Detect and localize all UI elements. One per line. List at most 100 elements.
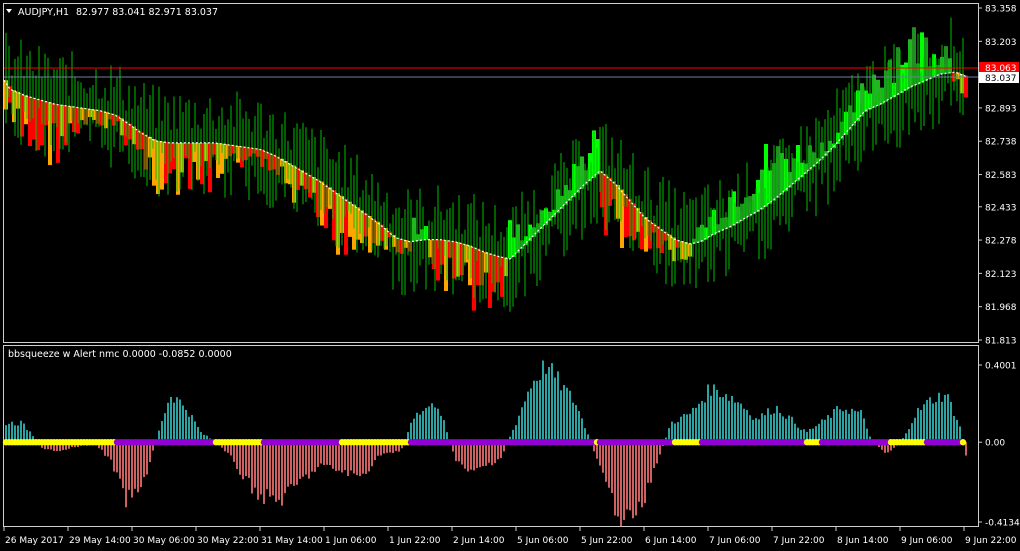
histogram-bar <box>368 442 370 472</box>
histogram-bar <box>167 402 169 443</box>
histogram-bar <box>953 415 955 443</box>
histogram-bar <box>779 412 781 443</box>
histogram-bar <box>773 413 775 443</box>
time-tick-label: 7 Jun 22:00 <box>773 536 825 546</box>
time-tick-label: 2 Jun 14:00 <box>453 536 505 546</box>
histogram-bar <box>269 442 271 497</box>
price-axis[interactable]: 83.358 83.203 82.893 82.738 82.583 82.433 82.2… <box>978 5 1017 347</box>
indicator-axis[interactable]: 0.4001 0.00 -0.4134 <box>978 362 1020 529</box>
histogram-bar <box>938 392 940 443</box>
histogram-bar <box>338 442 340 471</box>
histogram-bar <box>758 419 760 443</box>
histogram-bar <box>236 442 238 470</box>
histogram-bar <box>365 442 367 474</box>
histogram-bar <box>929 397 931 443</box>
bid-price-text: 83.037 <box>985 74 1017 84</box>
time-tick-label: 26 May 2017 <box>5 536 64 546</box>
histogram-bar <box>533 380 535 443</box>
histogram-bar <box>308 442 310 479</box>
histogram-bar <box>371 442 373 467</box>
price-tick-label: 82.893 <box>985 104 1017 114</box>
histogram-bar <box>635 442 637 516</box>
histogram-bar <box>314 442 316 472</box>
histogram-bar <box>293 442 295 486</box>
histogram-bar <box>749 415 751 443</box>
price-tick-label: 82.278 <box>985 237 1017 247</box>
time-tick-label: 1 Jun 22:00 <box>389 536 441 546</box>
histogram-bar <box>551 363 553 443</box>
histogram-bar <box>251 442 253 494</box>
histogram-bar <box>620 442 622 527</box>
histogram-bar <box>464 442 466 469</box>
histogram-bar <box>572 402 574 443</box>
histogram-bar <box>935 402 937 443</box>
histogram-bar <box>710 395 712 443</box>
histogram-bar <box>248 442 250 478</box>
time-tick-label: 30 May 22:00 <box>197 536 259 546</box>
time-tick-label: 9 Jun 06:00 <box>901 536 953 546</box>
time-tick-label: 5 Jun 06:00 <box>517 536 569 546</box>
histogram-bar <box>428 406 430 443</box>
histogram-bar <box>602 442 604 473</box>
histogram-bar <box>626 442 628 510</box>
histogram-bar <box>284 442 286 494</box>
histogram-bar <box>851 408 853 443</box>
histogram-bar <box>281 442 283 506</box>
histogram-bar <box>623 442 625 521</box>
histogram-bar <box>932 403 934 443</box>
histogram-bar <box>245 442 247 477</box>
indicator-tick-label: 0.4001 <box>985 362 1017 372</box>
histogram-bar <box>722 397 724 443</box>
price-tick-label: 82.738 <box>985 138 1017 148</box>
histogram-bar <box>755 418 757 443</box>
histogram-bar <box>266 442 268 490</box>
histogram-bar <box>254 442 256 488</box>
histogram-bar <box>527 391 529 443</box>
histogram-bar <box>518 415 520 443</box>
histogram-bar <box>341 442 343 473</box>
histogram-bar <box>923 404 925 443</box>
histogram-bar <box>287 442 289 487</box>
histogram-bar <box>731 396 733 443</box>
histogram-bar <box>470 442 472 470</box>
histogram-bar <box>914 417 916 443</box>
time-axis[interactable]: 26 May 2017 29 May 14:00 30 May 06:00 30 Ma… <box>3 527 1017 546</box>
histogram-bar <box>725 394 727 443</box>
symbol-header[interactable]: AUDJPY,H1 82.977 83.041 82.971 83.037 <box>6 7 218 18</box>
histogram-bar <box>131 442 133 498</box>
histogram-bar <box>617 442 619 517</box>
indicator-panel[interactable] <box>3 345 979 527</box>
histogram-bar <box>608 442 610 488</box>
histogram-bar <box>686 414 688 443</box>
histogram-bar <box>188 416 190 443</box>
histogram-bar <box>752 419 754 443</box>
histogram-bar <box>842 411 844 443</box>
histogram-bar <box>347 442 349 477</box>
histogram-bar <box>578 411 580 443</box>
indicator-tick-label: 0.00 <box>985 439 1005 449</box>
histogram-bar <box>113 442 115 472</box>
histogram-bar <box>560 390 562 443</box>
histogram-bar <box>782 416 784 443</box>
histogram-bar <box>431 403 433 443</box>
price-tick-label: 81.813 <box>985 337 1017 347</box>
histogram-bar <box>170 396 172 443</box>
histogram-bar <box>461 442 463 465</box>
histogram-bar <box>830 417 832 443</box>
histogram-bar <box>611 442 613 494</box>
histogram-bar <box>845 409 847 443</box>
histogram-bar <box>140 442 142 488</box>
histogram-bar <box>134 442 136 489</box>
histogram-bar <box>770 414 772 443</box>
terminal-chart-window[interactable]: AUDJPY,H1 82.977 83.041 82.971 83.037 bb… <box>0 0 1020 551</box>
histogram-bar <box>329 442 331 466</box>
histogram-bar <box>605 442 607 482</box>
time-tick-label: 31 May 14:00 <box>261 536 323 546</box>
histogram-bar <box>260 442 262 495</box>
histogram-bar <box>413 418 415 443</box>
time-tick-label: 7 Jun 06:00 <box>709 536 761 546</box>
histogram-bar <box>563 384 565 443</box>
histogram-bar <box>485 442 487 466</box>
histogram-bar <box>317 442 319 468</box>
histogram-bar <box>848 413 850 443</box>
